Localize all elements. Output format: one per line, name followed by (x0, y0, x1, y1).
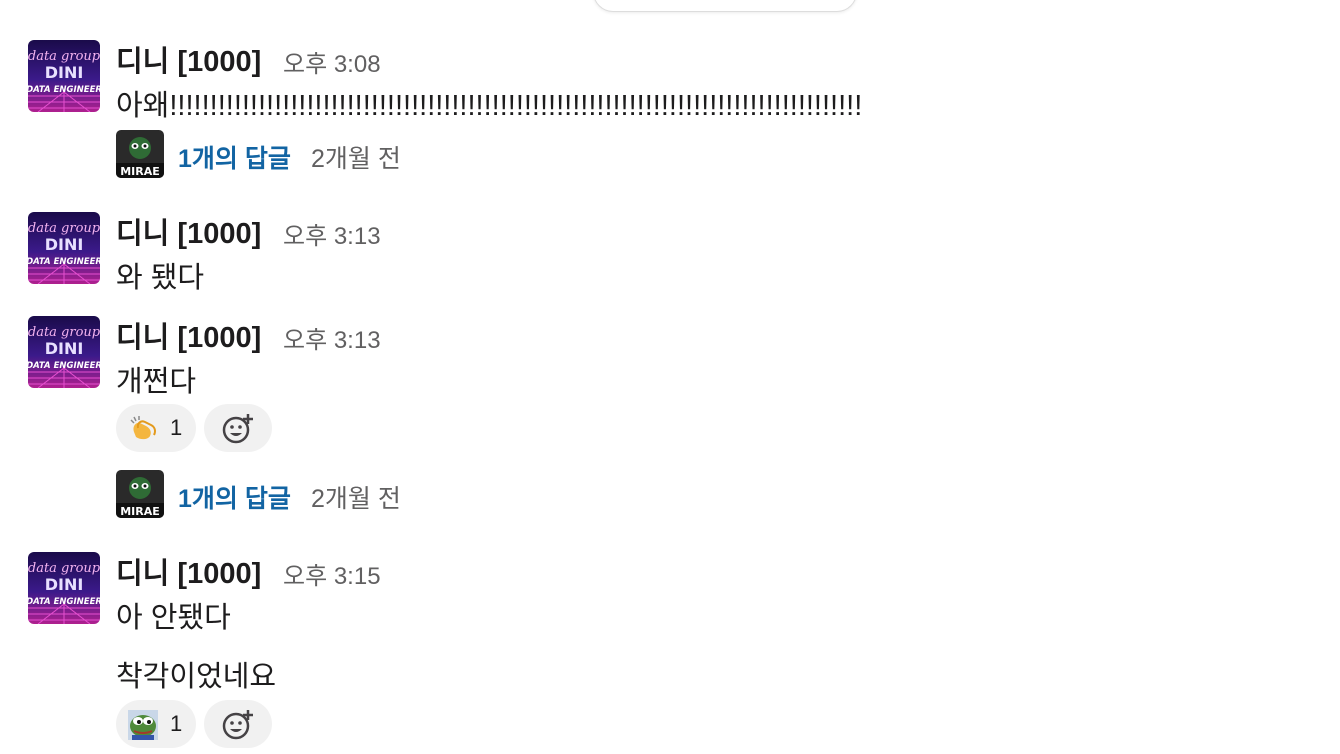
add-reaction-button[interactable] (204, 404, 272, 452)
reaction-count: 1 (170, 711, 183, 736)
message-timestamp[interactable]: 오후 3:13 (283, 320, 381, 355)
message-timestamp[interactable]: 오후 3:08 (283, 44, 381, 79)
add-reaction-button[interactable] (204, 700, 272, 748)
thread-avatar-label: MIRAE (120, 165, 160, 178)
message-text: 와 됐다 (116, 262, 205, 294)
message-text: 착각이었네요 (116, 661, 277, 693)
message-text: 아왜!!!!!!!!!!!!!!!!!!!!!!!!!!!!!!!!!!!!!!… (116, 90, 863, 122)
author-name[interactable]: 디니 [1000] (116, 550, 261, 592)
message-timestamp[interactable]: 오후 3:15 (283, 556, 381, 591)
thread-reply-avatar: MIRAE (116, 470, 164, 518)
avatar-subtitle: DATA ENGINEER (28, 361, 100, 371)
avatar-script: data group (28, 561, 100, 576)
clapping-hands-icon (128, 414, 158, 442)
date-divider-pill[interactable] (593, 0, 857, 12)
avatar[interactable]: data group DINI DATA ENGINEER (28, 552, 100, 624)
add-reaction-icon (222, 710, 253, 740)
thread-replies[interactable]: MIRAE 1개의 답글 2개월 전 (116, 470, 516, 518)
avatar-script: data group (28, 49, 100, 64)
author-name[interactable]: 디니 [1000] (116, 314, 261, 356)
author-name[interactable]: 디니 [1000] (116, 210, 261, 252)
thread-reply-count-link[interactable]: 1개의 답글 (178, 479, 291, 515)
avatar-title: DINI (45, 339, 84, 358)
pepe-frog-icon (128, 710, 158, 740)
avatar[interactable]: data group DINI DATA ENGINEER (28, 40, 100, 112)
reaction-count: 1 (170, 415, 183, 440)
thread-avatar-label: MIRAE (120, 505, 160, 518)
author-name[interactable]: 디니 [1000] (116, 38, 261, 80)
avatar-title: DINI (45, 575, 84, 594)
avatar-script: data group (28, 221, 100, 236)
avatar[interactable]: data group DINI DATA ENGINEER (28, 316, 100, 388)
reaction-pill[interactable]: 1 (116, 404, 196, 452)
avatar-script: data group (28, 325, 100, 340)
avatar-title: DINI (45, 235, 84, 254)
thread-replies[interactable]: MIRAE 1개의 답글 2개월 전 (116, 130, 516, 178)
message-text: 아 안됐다 (116, 602, 231, 634)
thread-reply-count-link[interactable]: 1개의 답글 (178, 139, 291, 175)
message-text: 개쩐다 (116, 366, 197, 398)
thread-last-reply-time: 2개월 전 (311, 485, 401, 513)
thread-reply-avatar: MIRAE (116, 130, 164, 178)
avatar-subtitle: DATA ENGINEER (28, 597, 100, 607)
avatar[interactable]: data group DINI DATA ENGINEER (28, 212, 100, 284)
avatar-title: DINI (45, 63, 84, 82)
message-timestamp[interactable]: 오후 3:13 (283, 216, 381, 251)
avatar-subtitle: DATA ENGINEER (28, 257, 100, 267)
thread-last-reply-time: 2개월 전 (311, 145, 401, 173)
avatar-subtitle: DATA ENGINEER (28, 85, 100, 95)
add-reaction-icon (222, 414, 253, 444)
reaction-pill[interactable]: 1 (116, 700, 196, 748)
